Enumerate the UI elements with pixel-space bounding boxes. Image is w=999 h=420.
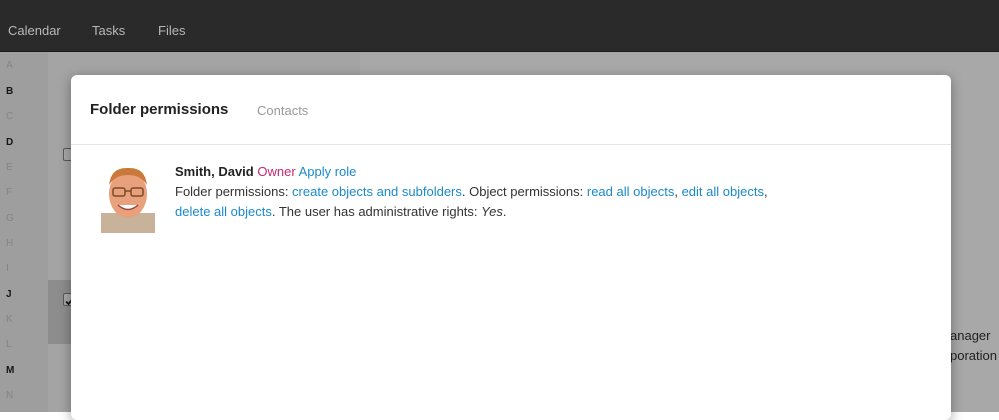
permission-entry: Smith, David Owner Apply role Folder per… — [175, 162, 915, 222]
user-name: Smith, David — [175, 164, 254, 179]
nav-files[interactable]: Files — [158, 0, 185, 52]
nav-tasks[interactable]: Tasks — [92, 0, 125, 52]
dialog-subtitle: Contacts — [257, 103, 309, 118]
edit-permission-link[interactable]: edit all objects — [682, 184, 764, 199]
permission-summary: Folder permissions: create objects and s… — [175, 182, 915, 222]
object-permissions-label: . Object permissions: — [461, 184, 587, 199]
nav-calendar[interactable]: Calendar — [8, 0, 61, 52]
user-photo-icon — [97, 161, 159, 233]
admin-rights-label: . The user has administrative rights: — [271, 204, 482, 219]
owner-badge: Owner — [257, 164, 296, 179]
folder-permissions-link[interactable]: create objects and subfolders — [292, 184, 462, 199]
folder-permissions-dialog: Folder permissions Contacts Smith, David… — [71, 75, 951, 420]
separator: , — [763, 184, 768, 199]
read-permission-link[interactable]: read all objects — [587, 184, 674, 199]
separator: , — [674, 184, 682, 199]
dialog-title: Folder permissions — [90, 101, 229, 118]
folder-permissions-label: Folder permissions: — [175, 184, 293, 199]
delete-permission-link[interactable]: delete all objects — [175, 204, 272, 219]
apply-role-link[interactable]: Apply role — [299, 164, 357, 179]
admin-rights-value: Yes — [481, 204, 503, 219]
sentence-end: . — [502, 204, 507, 219]
permission-entry-header: Smith, David Owner Apply role — [175, 162, 915, 182]
dialog-header: Folder permissions Contacts — [71, 75, 951, 145]
avatar — [97, 161, 159, 233]
top-navigation-bar: Calendar Tasks Files — [0, 0, 999, 52]
